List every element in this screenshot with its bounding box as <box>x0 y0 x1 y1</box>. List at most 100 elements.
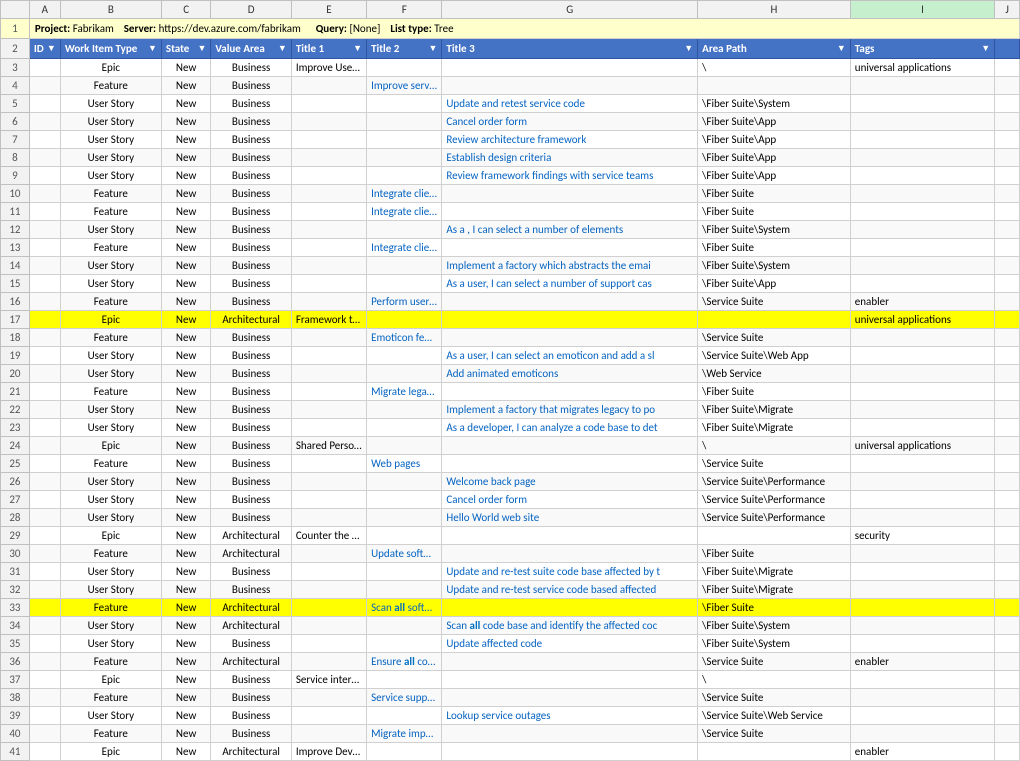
cell-value-area: Architectural <box>211 743 291 761</box>
title2-filter-icon[interactable]: ▼ <box>428 43 437 54</box>
cell-j <box>995 545 1020 563</box>
row-num-37: 37 <box>1 671 30 689</box>
cell-state: New <box>161 131 211 149</box>
cell-title1 <box>291 347 366 365</box>
title3-filter-icon[interactable]: ▼ <box>684 43 693 54</box>
cell-j <box>995 365 1020 383</box>
cell-j <box>995 581 1020 599</box>
state-filter-icon[interactable]: ▼ <box>197 43 206 54</box>
cell-title3: Cancel order form <box>442 491 698 509</box>
spreadsheet-container: A B C D E F G H I J 1 Project: Fabrikam <box>0 0 1020 761</box>
cell-id <box>29 545 60 563</box>
col-work-item-type[interactable]: Work Item Type ▼ <box>60 39 161 59</box>
col-id[interactable]: ID ▼ <box>29 39 60 59</box>
cell-type: User Story <box>60 347 161 365</box>
cell-type: User Story <box>60 113 161 131</box>
cell-title3: As a developer, I can analyze a code bas… <box>442 419 698 437</box>
id-filter-icon[interactable]: ▼ <box>47 43 56 54</box>
cell-j <box>995 455 1020 473</box>
cell-title1 <box>291 167 366 185</box>
cell-value-area: Business <box>211 509 291 527</box>
cell-j <box>995 725 1020 743</box>
cell-tags <box>850 725 994 743</box>
cell-state: New <box>161 275 211 293</box>
table-row: 5 User Story New Business Update and ret… <box>1 95 1020 113</box>
cell-title2: Perform user studies to support user exp… <box>367 293 442 311</box>
cell-area-path: \Fiber Suite\System <box>698 635 851 653</box>
cell-value-area: Architectural <box>211 617 291 635</box>
col-title3[interactable]: Title 3 ▼ <box>442 39 698 59</box>
cell-value-area: Business <box>211 563 291 581</box>
work-item-type-filter-icon[interactable]: ▼ <box>148 43 157 54</box>
tags-filter-icon[interactable]: ▼ <box>981 43 990 54</box>
cell-id <box>29 221 60 239</box>
cell-title2 <box>367 707 442 725</box>
cell-id <box>29 185 60 203</box>
cell-j <box>995 59 1020 77</box>
cell-state: New <box>161 527 211 545</box>
project-value: Fabrikam <box>73 22 114 35</box>
cell-title2 <box>367 221 442 239</box>
cell-type: Feature <box>60 185 161 203</box>
col-letter-g: G <box>442 1 698 19</box>
cell-type: Epic <box>60 527 161 545</box>
col-tags[interactable]: Tags ▼ <box>850 39 994 59</box>
cell-title2 <box>367 311 442 329</box>
cell-state: New <box>161 167 211 185</box>
cell-title3: Update and re-test suite code base affec… <box>442 563 698 581</box>
col-title1[interactable]: Title 1 ▼ <box>291 39 366 59</box>
cell-area-path: \Fiber Suite <box>698 599 851 617</box>
cell-title2 <box>367 437 442 455</box>
cell-title2 <box>367 59 442 77</box>
cell-value-area: Business <box>211 239 291 257</box>
cell-id <box>29 257 60 275</box>
cell-id <box>29 131 60 149</box>
cell-title1 <box>291 653 366 671</box>
cell-j <box>995 239 1020 257</box>
value-area-filter-icon[interactable]: ▼ <box>278 43 287 54</box>
cell-title2: Update software to resolve the Open SLL … <box>367 545 442 563</box>
cell-j <box>995 491 1020 509</box>
cell-title3 <box>442 59 698 77</box>
cell-title3: Implement a factory that migrates legacy… <box>442 401 698 419</box>
row-num-30: 30 <box>1 545 30 563</box>
cell-title1 <box>291 545 366 563</box>
row-num-2: 2 <box>1 39 30 59</box>
cell-title3 <box>442 383 698 401</box>
cell-value-area: Architectural <box>211 545 291 563</box>
cell-title3 <box>442 545 698 563</box>
cell-title1: Framework to port applications to all de… <box>291 311 366 329</box>
table-row: 21 Feature New Business Migrate legacy c… <box>1 383 1020 401</box>
cell-title3: Hello World web site <box>442 509 698 527</box>
cell-tags <box>850 635 994 653</box>
table-row: 13 Feature New Business Integrate client… <box>1 239 1020 257</box>
row-num-35: 35 <box>1 635 30 653</box>
title1-filter-icon[interactable]: ▼ <box>353 43 362 54</box>
cell-title3: Cancel order form <box>442 113 698 131</box>
cell-j <box>995 257 1020 275</box>
cell-title1 <box>291 689 366 707</box>
cell-id <box>29 113 60 131</box>
col-title2[interactable]: Title 2 ▼ <box>367 39 442 59</box>
cell-id <box>29 401 60 419</box>
cell-value-area: Architectural <box>211 599 291 617</box>
cell-state: New <box>161 257 211 275</box>
cell-value-area: Business <box>211 383 291 401</box>
col-value-area[interactable]: Value Area ▼ <box>211 39 291 59</box>
cell-state: New <box>161 653 211 671</box>
cell-state: New <box>161 95 211 113</box>
cell-area-path: \Service Suite <box>698 293 851 311</box>
cell-title1 <box>291 113 366 131</box>
col-area-path[interactable]: Area Path ▼ <box>698 39 851 59</box>
cell-title2 <box>367 365 442 383</box>
cell-j <box>995 599 1020 617</box>
cell-title1 <box>291 581 366 599</box>
area-path-filter-icon[interactable]: ▼ <box>837 43 846 54</box>
cell-title2 <box>367 617 442 635</box>
cell-title3 <box>442 743 698 761</box>
col-state[interactable]: State ▼ <box>161 39 211 59</box>
cell-type: Feature <box>60 545 161 563</box>
cell-id <box>29 293 60 311</box>
table-row: 33 Feature New Architectural Scan all so… <box>1 599 1020 617</box>
col-letter-c: C <box>161 1 211 19</box>
